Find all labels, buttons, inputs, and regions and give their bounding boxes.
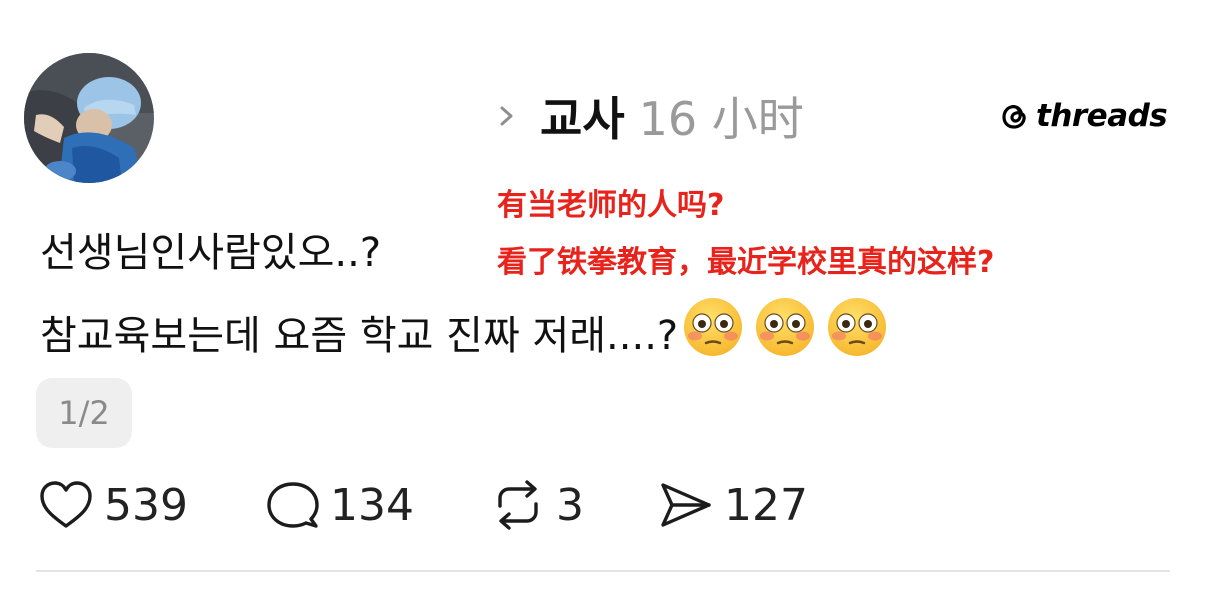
like-button[interactable]: 539 <box>38 472 188 538</box>
comment-icon <box>266 479 320 531</box>
post-byline: 교사 16 小时 <box>496 84 804 148</box>
topic-tag[interactable]: 교사 <box>540 83 625 149</box>
threads-post: 교사 16 小时 threads 有当老师的人吗? 看了铁拳教育，最近学校里真的… <box>0 0 1205 600</box>
repost-icon <box>490 478 546 532</box>
share-count: 127 <box>724 479 808 531</box>
comment-button[interactable]: 134 <box>266 472 414 538</box>
threads-logo-icon <box>1000 101 1030 131</box>
threads-wordmark: threads <box>1036 98 1168 134</box>
flushed-face-icon <box>826 296 888 358</box>
emoji-group <box>682 296 898 362</box>
avatar-photo <box>24 53 154 183</box>
post-text-line1: 선생님인사람있오..? <box>40 230 382 276</box>
translation-note-line1: 有当老师的人吗? <box>497 188 725 223</box>
translation-note-line2: 看了铁拳教育，最近学校里真的这样? <box>497 245 995 280</box>
flushed-face-icon <box>754 296 816 358</box>
comment-count: 134 <box>330 479 414 531</box>
image-page-indicator[interactable]: 1/2 <box>36 378 132 448</box>
repost-count: 3 <box>556 479 584 531</box>
repost-button[interactable]: 3 <box>490 472 584 538</box>
flushed-face-icon <box>682 296 744 358</box>
avatar[interactable] <box>24 53 154 183</box>
threads-watermark: threads <box>1000 96 1168 136</box>
share-button[interactable]: 127 <box>658 472 808 538</box>
post-timestamp: 16 小时 <box>638 92 804 146</box>
chevron-right-icon[interactable] <box>496 101 518 131</box>
post-divider <box>36 570 1170 572</box>
heart-icon <box>38 479 94 531</box>
post-text-line2: 참교육보는데 요즘 학교 진짜 저래....? <box>40 313 679 359</box>
send-icon <box>658 479 714 531</box>
like-count: 539 <box>104 479 188 531</box>
